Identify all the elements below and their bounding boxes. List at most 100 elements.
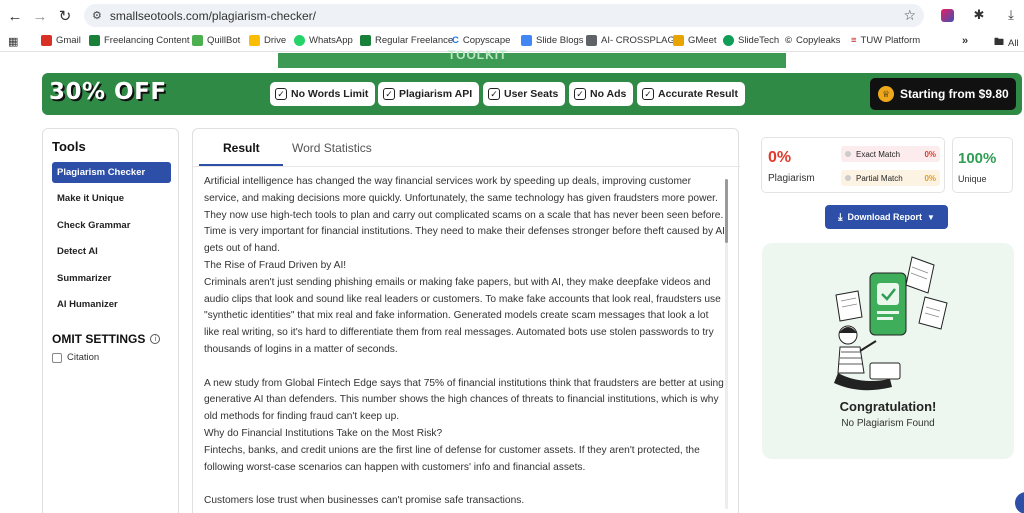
bookmark-whatsapp[interactable]: WhatsApp xyxy=(294,35,353,46)
unique-label: Unique xyxy=(958,174,987,184)
download-icon: ⤓ xyxy=(838,211,843,223)
forward-arrow-icon[interactable]: → xyxy=(28,4,52,28)
bookmark-freelancing-content[interactable]: Freelancing Content xyxy=(89,35,190,46)
extensions-puzzle-icon[interactable]: ✱ xyxy=(970,6,988,24)
paragraph: Why do Financial Institutions Take on th… xyxy=(204,427,443,439)
partial-match-row: Partial Match 0% xyxy=(841,170,940,186)
omit-settings-title: OMIT SETTINGS i xyxy=(52,332,161,346)
text-scrollbar[interactable] xyxy=(725,179,728,509)
citation-option[interactable]: Citation xyxy=(52,352,99,363)
pricing-button[interactable]: ♕ Starting from $9.80 xyxy=(870,78,1016,110)
paragraph: A new study from Global Fintech Edge say… xyxy=(204,377,724,423)
site-settings-icon[interactable]: ⚙ xyxy=(92,9,102,22)
top-ad-strip[interactable]: TOOLKIT xyxy=(278,48,786,68)
tab-word-statistics[interactable]: Word Statistics xyxy=(292,141,372,155)
paragraph-blank xyxy=(204,476,726,493)
folder-icon: 🖿 xyxy=(994,37,1004,48)
active-tab-indicator xyxy=(199,164,283,166)
crossplag-icon xyxy=(586,35,597,46)
eye-icon xyxy=(845,175,851,181)
sidebar-item-check-grammar[interactable]: Check Grammar xyxy=(52,215,171,236)
bookmark-quillbot[interactable]: QuillBot xyxy=(192,35,240,46)
result-panel: Result Word Statistics Artificial intell… xyxy=(192,128,740,513)
tab-result[interactable]: Result xyxy=(223,141,260,155)
back-arrow-icon[interactable]: ← xyxy=(3,4,27,28)
citation-checkbox[interactable] xyxy=(52,352,62,363)
browser-toolbar: ← → ↻ ⚙ smallseotools.com/plagiarism-che… xyxy=(0,0,1024,31)
bookmark-gmail[interactable]: Gmail xyxy=(41,35,81,46)
paragraph: The Rise of Fraud Driven by AI! xyxy=(204,259,347,271)
congrats-subtitle: No Plagiarism Found xyxy=(841,418,935,429)
plagiarism-label: Plagiarism xyxy=(768,173,815,184)
feature-pill-plagiarism-api: ✓ Plagiarism API xyxy=(378,82,480,106)
paragraph-blank xyxy=(204,359,726,376)
bookmark-drive[interactable]: Drive xyxy=(249,35,286,46)
bookmarks-bar: ▦ Gmail Freelancing Content QuillBot Dri… xyxy=(0,31,1024,52)
bookmark-regular-freelance[interactable]: Regular Freelance xyxy=(360,35,453,46)
bookmark-copyleaks[interactable]: © Copyleaks xyxy=(785,35,840,46)
tools-title: Tools xyxy=(52,139,86,154)
sidebar-item-ai-humanizer[interactable]: AI Humanizer xyxy=(52,294,171,315)
bookmark-tuw-platform[interactable]: ≡ TUW Platform xyxy=(851,35,920,46)
eye-icon xyxy=(845,151,851,157)
plagiarism-stat-card: 0% Plagiarism Exact Match 0% Partial Mat… xyxy=(761,137,945,193)
bookmark-gmeet[interactable]: GMeet xyxy=(673,35,717,46)
tab-divider xyxy=(193,166,740,167)
copyscape-icon: C xyxy=(452,35,459,46)
bookmark-copyscape[interactable]: C Copyscape xyxy=(452,35,510,46)
bookmark-ai-crossplag[interactable]: AI- CROSSPLAG xyxy=(586,35,675,46)
paragraph: Customers lose trust when businesses can… xyxy=(204,495,525,507)
exact-match-row: Exact Match 0% xyxy=(841,146,940,162)
crown-icon: ♕ xyxy=(878,86,894,102)
sheets-icon xyxy=(89,35,100,46)
chat-widget-button[interactable] xyxy=(1015,492,1024,513)
bookmark-slidetech[interactable]: SlideTech xyxy=(723,35,779,46)
check-icon: ✓ xyxy=(383,88,395,100)
sheets-icon xyxy=(360,35,371,46)
reload-icon[interactable]: ↻ xyxy=(53,4,77,28)
unique-percent: 100% xyxy=(958,150,997,167)
ad-strip-text: TOOLKIT xyxy=(448,48,508,62)
tuw-icon: ≡ xyxy=(851,35,857,46)
slidetech-icon xyxy=(723,35,734,46)
check-icon: ✓ xyxy=(642,88,654,100)
feature-pill-accurate-result: ✓ Accurate Result xyxy=(637,82,745,106)
address-bar[interactable]: ⚙ smallseotools.com/plagiarism-checker/ … xyxy=(84,4,924,27)
url-text: smallseotools.com/plagiarism-checker/ xyxy=(109,8,316,23)
feature-pill-user-seats: ✓ User Seats xyxy=(483,82,566,106)
download-report-button[interactable]: ⤓ Download Report ▼ xyxy=(825,205,948,229)
check-icon: ✓ xyxy=(488,88,500,100)
sidebar-item-plagiarism-checker[interactable]: Plagiarism Checker xyxy=(52,162,171,183)
paragraph: Fintechs, banks, and credit unions are t… xyxy=(204,444,700,473)
sidebar-item-summarizer[interactable]: Summarizer xyxy=(52,268,171,289)
unique-stat-card: 100% Unique xyxy=(952,137,1013,193)
info-icon[interactable]: i xyxy=(150,334,161,344)
paragraph: Artificial intelligence has changed the … xyxy=(204,176,725,255)
chevron-down-icon: ▼ xyxy=(927,212,935,222)
copyleaks-icon: © xyxy=(785,35,792,46)
congrats-title: Congratulation! xyxy=(839,399,937,414)
bookmark-star-icon[interactable]: ☆ xyxy=(903,7,916,24)
check-icon: ✓ xyxy=(275,88,287,100)
tools-sidebar: Tools Plagiarism Checker Make it Unique … xyxy=(42,128,179,513)
bookmark-slide-blogs[interactable]: Slide Blogs xyxy=(521,35,584,46)
paragraph: Criminals aren't just sending phishing e… xyxy=(204,276,721,355)
download-icon[interactable]: ⤓ xyxy=(1002,6,1020,24)
gmeet-icon xyxy=(673,35,684,46)
result-text[interactable]: Artificial intelligence has changed the … xyxy=(204,174,726,513)
extension-color-icon[interactable] xyxy=(938,6,956,24)
docs-icon xyxy=(521,35,532,46)
sidebar-item-detect-ai[interactable]: Detect AI xyxy=(52,241,171,262)
feature-pill-no-ads: ✓ No Ads xyxy=(569,82,634,106)
bookmark-all[interactable]: 🖿 All xyxy=(994,35,1019,52)
sidebar-item-make-it-unique[interactable]: Make it Unique xyxy=(52,188,171,209)
promo-banner[interactable]: 30% OFF ✓ No Words Limit ✓ Plagiarism API … xyxy=(42,73,1022,115)
bookmarks-overflow-icon[interactable]: » xyxy=(962,35,968,47)
scroll-thumb[interactable] xyxy=(725,179,728,243)
result-message-card: Congratulation! No Plagiarism Found xyxy=(762,243,1014,459)
whatsapp-icon xyxy=(294,35,305,46)
promo-title: 30% OFF xyxy=(49,79,167,105)
success-illustration-icon xyxy=(834,256,948,391)
apps-grid-icon[interactable]: ▦ xyxy=(8,35,18,48)
quillbot-icon xyxy=(192,35,203,46)
